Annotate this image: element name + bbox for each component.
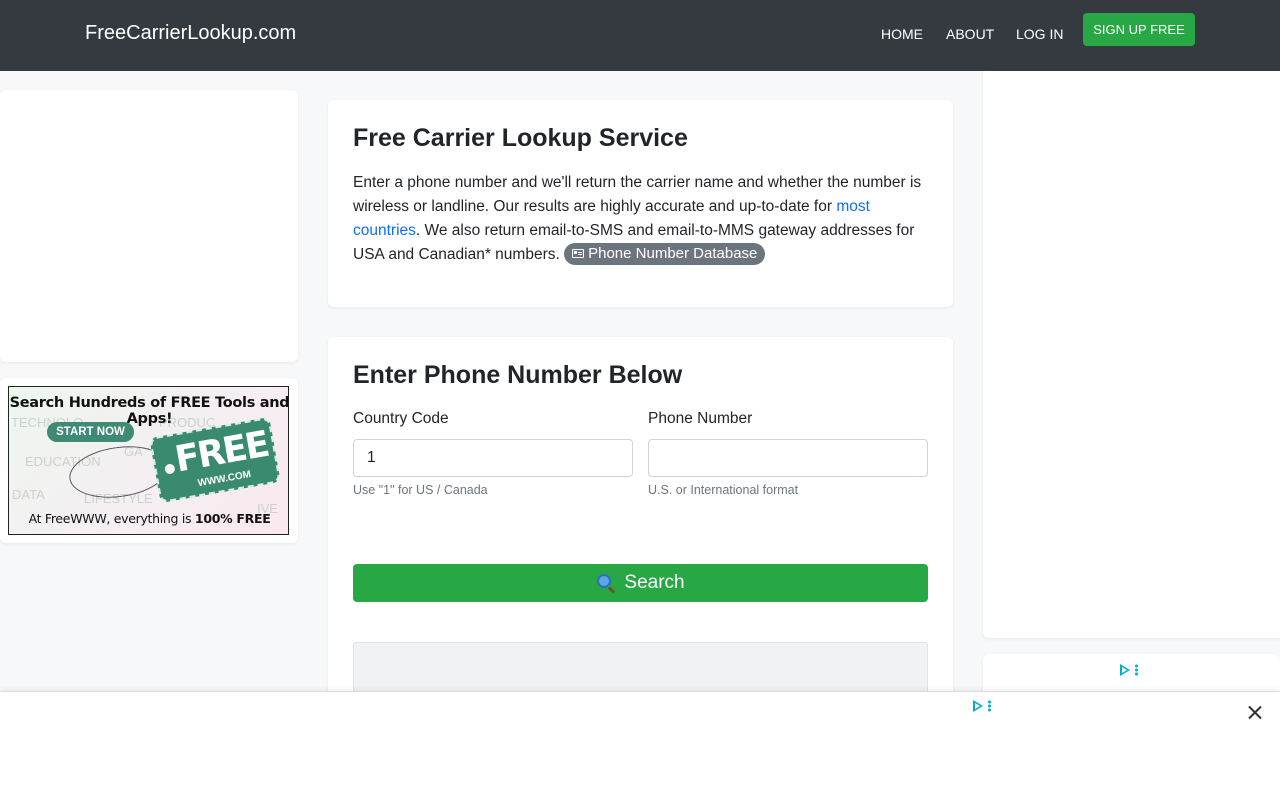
adchoices-icon[interactable]: [973, 700, 991, 712]
top-navbar: FreeCarrierLookup.com HOME ABOUT LOG IN …: [0, 0, 1280, 71]
nav-home-link[interactable]: HOME: [881, 26, 923, 42]
tag-hole: [164, 463, 176, 475]
country-code-label: Country Code: [353, 410, 449, 427]
form-title: Enter Phone Number Below: [353, 361, 683, 389]
banner-start-now-button[interactable]: START NOW: [47, 422, 134, 442]
phone-number-label: Phone Number: [648, 410, 753, 427]
ad-menu-dots-icon[interactable]: [988, 700, 991, 712]
phone-number-database-badge[interactable]: Phone Number Database: [564, 242, 766, 265]
left-ad-slot[interactable]: [0, 90, 298, 362]
magnifying-glass-icon: [596, 573, 616, 594]
country-code-input[interactable]: [353, 439, 633, 477]
search-button-label: Search: [624, 572, 685, 593]
phone-number-help: U.S. or International format: [648, 483, 799, 497]
nav-login-link[interactable]: LOG IN: [1016, 26, 1063, 42]
adchoices-play-icon: [1120, 664, 1130, 676]
signup-button[interactable]: SIGN UP FREE: [1083, 13, 1195, 46]
freewww-banner-image[interactable]: TECHNOLO PRODUC EDUCATION GA DATA LIFEST…: [8, 386, 289, 535]
badge-label: Phone Number Database: [588, 244, 758, 262]
site-brand[interactable]: FreeCarrierLookup.com: [85, 22, 296, 45]
adchoices-play-icon: [973, 700, 983, 712]
ad-menu-dots-icon[interactable]: [1135, 664, 1138, 676]
nav-about-link[interactable]: ABOUT: [946, 26, 994, 42]
search-button[interactable]: Search: [353, 564, 928, 602]
country-code-help: Use "1" for US / Canada: [353, 483, 488, 497]
intro-description: Enter a phone number and we'll return th…: [353, 171, 933, 267]
banner-footer-text: At FreeWWW, everything is: [28, 511, 195, 526]
bottom-anchor-ad[interactable]: [0, 691, 1280, 800]
banner-bg-word: DATA: [12, 487, 45, 502]
intro-title: Free Carrier Lookup Service: [353, 124, 688, 152]
intro-card: Free Carrier Lookup Service Enter a phon…: [328, 100, 953, 307]
banner-footer: At FreeWWW, everything is 100% FREE: [9, 511, 288, 526]
left-banner-ad[interactable]: TECHNOLO PRODUC EDUCATION GA DATA LIFEST…: [0, 378, 298, 543]
close-icon[interactable]: [1246, 704, 1264, 722]
phone-number-input[interactable]: [648, 439, 928, 477]
address-card-icon: [572, 249, 585, 259]
banner-footer-emphasis: 100% FREE: [194, 511, 271, 526]
adchoices-icon[interactable]: [1120, 664, 1138, 676]
right-ad-slot[interactable]: [983, 71, 1280, 638]
tag-free-text: FREE: [171, 423, 272, 481]
